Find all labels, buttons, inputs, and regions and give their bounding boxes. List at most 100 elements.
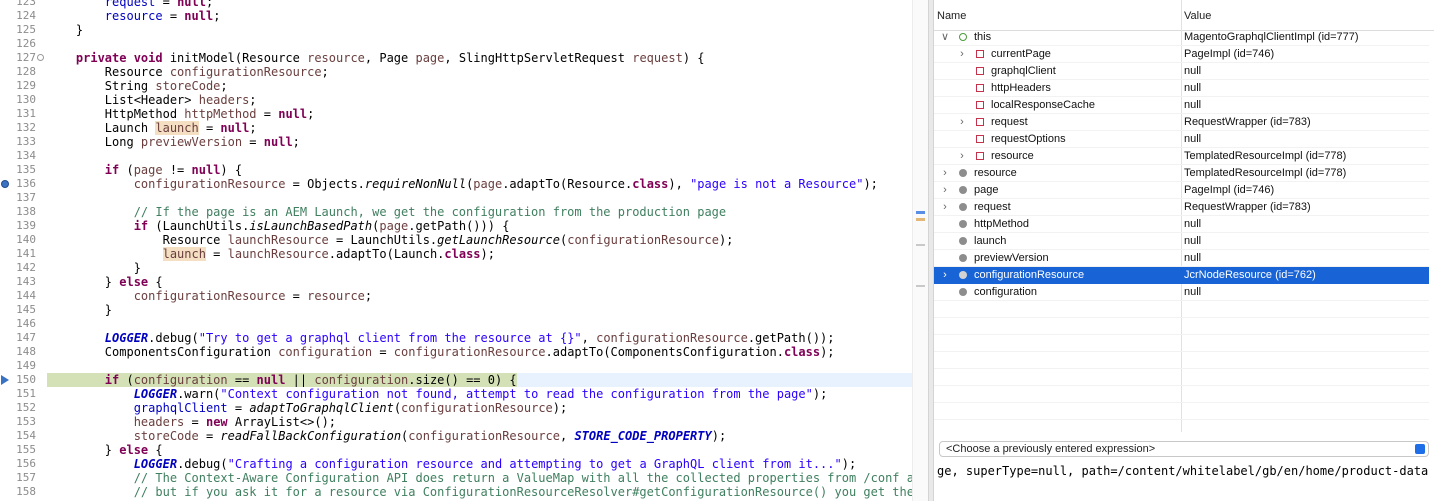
gutter-line[interactable]: 157 (0, 471, 46, 485)
code-line[interactable]: LOGGER.debug("Crafting a configuration r… (47, 457, 912, 471)
code-line[interactable]: // but if you ask it for a resource via … (47, 485, 914, 499)
chevron-right-icon[interactable]: › (940, 199, 950, 216)
chevron-down-icon[interactable] (1415, 444, 1425, 454)
chevron-down-icon[interactable]: ∨ (940, 29, 950, 46)
code-line[interactable] (47, 191, 912, 205)
code-line[interactable] (47, 317, 912, 331)
gutter-line[interactable]: 153 (0, 415, 46, 429)
variable-row[interactable]: › resource TemplatedResourceImpl (id=778) (934, 165, 1429, 182)
variable-row[interactable]: › currentPage PageImpl (id=746) (934, 46, 1429, 63)
variable-row[interactable]: configuration null (934, 284, 1429, 301)
code-line[interactable]: graphqlClient = adaptToGraphqlClient(con… (47, 401, 912, 415)
code-line[interactable]: } (47, 23, 912, 37)
detail-pane[interactable]: ge, superType=null, path=/content/whitel… (937, 464, 1432, 478)
code-line[interactable]: configurationResource = resource; (47, 289, 912, 303)
gutter-line[interactable]: 135 (0, 163, 46, 177)
code-line[interactable]: ComponentsConfiguration configuration = … (47, 345, 912, 359)
gutter-line[interactable]: 138 (0, 205, 46, 219)
variable-row[interactable]: graphqlClient null (934, 63, 1429, 80)
occurrence-marker[interactable] (916, 285, 925, 287)
gutter-line[interactable]: 154 (0, 429, 46, 443)
code-editor[interactable]: 123 request = null; 124 resource = null; 1… (0, 0, 928, 501)
code-line[interactable]: resource = null; (47, 9, 912, 23)
variable-row[interactable]: requestOptions null (934, 131, 1429, 148)
gutter-line[interactable]: 141 (0, 247, 46, 261)
variable-row[interactable]: launch null (934, 233, 1429, 250)
expression-combo[interactable]: <Choose a previously entered expression> (939, 441, 1429, 457)
chevron-right-icon[interactable]: › (940, 267, 950, 284)
variable-row[interactable]: › resource TemplatedResourceImpl (id=778) (934, 148, 1429, 165)
chevron-right-icon[interactable]: › (940, 165, 950, 182)
variable-row[interactable]: › page PageImpl (id=746) (934, 182, 1429, 199)
code-line[interactable]: HttpMethod httpMethod = null; (47, 107, 912, 121)
gutter-line[interactable]: 128 (0, 65, 46, 79)
code-line[interactable]: launch = launchResource.adaptTo(Launch.c… (47, 247, 912, 261)
gutter-line[interactable]: 144 (0, 289, 46, 303)
variable-row[interactable]: › request RequestWrapper (id=783) (934, 114, 1429, 131)
gutter-line[interactable]: 142 (0, 261, 46, 275)
current-code-line[interactable]: if (configuration == null || configurati… (47, 373, 912, 387)
gutter-line[interactable]: 149 (0, 359, 46, 373)
code-line[interactable]: headers = new ArrayList<>(); (47, 415, 912, 429)
gutter-line[interactable]: 147 (0, 331, 46, 345)
variable-row[interactable]: ∨ this MagentoGraphqlClientImpl (id=777) (934, 29, 1429, 46)
overview-ruler[interactable] (912, 0, 928, 501)
code-line[interactable] (47, 37, 912, 51)
gutter-line[interactable]: 151 (0, 387, 46, 401)
gutter-line[interactable]: 133 (0, 135, 46, 149)
code-line[interactable]: request = null; (47, 0, 912, 9)
gutter-line[interactable]: 130 (0, 93, 46, 107)
code-line[interactable]: } else { (47, 275, 912, 289)
code-line[interactable]: // If the page is an AEM Launch, we get … (47, 205, 912, 219)
gutter-line[interactable]: 150 (0, 373, 46, 387)
code-line[interactable]: LOGGER.warn("Context configuration not f… (47, 387, 912, 401)
chevron-right-icon[interactable]: › (957, 148, 967, 165)
gutter-line[interactable]: 124 (0, 9, 46, 23)
occurrence-marker[interactable] (916, 218, 925, 221)
code-line[interactable]: List<Header> headers; (47, 93, 912, 107)
breakpoint-icon[interactable] (1, 180, 9, 188)
code-line[interactable]: storeCode = readFallBackConfiguration(co… (47, 429, 912, 443)
code-line[interactable]: } (47, 261, 912, 275)
gutter-line[interactable]: 129 (0, 79, 46, 93)
gutter-line[interactable]: 126 (0, 37, 46, 51)
gutter-line[interactable]: 158 (0, 485, 46, 499)
gutter-line[interactable]: 139 (0, 219, 46, 233)
gutter-line[interactable]: 136 (0, 177, 46, 191)
code-line[interactable]: Resource configurationResource; (47, 65, 912, 79)
occurrence-marker[interactable] (916, 244, 925, 246)
gutter-line[interactable]: 140 (0, 233, 46, 247)
gutter-line[interactable]: 125 (0, 23, 46, 37)
value-column-header[interactable]: Value (1184, 10, 1211, 22)
code-line[interactable]: Launch launch = null; (47, 121, 912, 135)
code-line[interactable]: if (LaunchUtils.isLaunchBasedPath(page.g… (47, 219, 912, 233)
code-line[interactable]: // The Context-Aware Configuration API d… (47, 471, 914, 485)
chevron-right-icon[interactable]: › (957, 46, 967, 63)
variable-row[interactable]: › request RequestWrapper (id=783) (934, 199, 1429, 216)
gutter-line[interactable]: 145 (0, 303, 46, 317)
gutter-line[interactable]: 127 (0, 51, 46, 65)
variable-row[interactable]: httpMethod null (934, 216, 1429, 233)
code-line[interactable]: LOGGER.debug("Try to get a graphql clien… (47, 331, 912, 345)
variable-row[interactable]: localResponseCache null (934, 97, 1429, 114)
chevron-right-icon[interactable]: › (957, 114, 967, 131)
gutter-line[interactable]: 143 (0, 275, 46, 289)
code-line[interactable]: private void initModel(Resource resource… (47, 51, 912, 65)
gutter-line[interactable]: 155 (0, 443, 46, 457)
gutter-line[interactable]: 134 (0, 149, 46, 163)
code-line[interactable]: } else { (47, 443, 912, 457)
instruction-pointer-icon[interactable] (1, 375, 9, 385)
name-column-header[interactable]: Name (937, 10, 966, 22)
code-line[interactable]: if (page != null) { (47, 163, 912, 177)
gutter-line[interactable]: 148 (0, 345, 46, 359)
fold-toggle-icon[interactable] (37, 54, 44, 61)
chevron-right-icon[interactable]: › (940, 182, 950, 199)
code-line[interactable]: String storeCode; (47, 79, 912, 93)
code-line[interactable] (47, 149, 912, 163)
gutter-line[interactable]: 131 (0, 107, 46, 121)
variable-row[interactable]: › configurationResource JcrNodeResource (i… (934, 267, 1429, 284)
code-line[interactable] (47, 359, 912, 373)
code-line[interactable]: configurationResource = Objects.requireN… (47, 177, 912, 191)
gutter-line[interactable]: 146 (0, 317, 46, 331)
variable-row[interactable]: previewVersion null (934, 250, 1429, 267)
